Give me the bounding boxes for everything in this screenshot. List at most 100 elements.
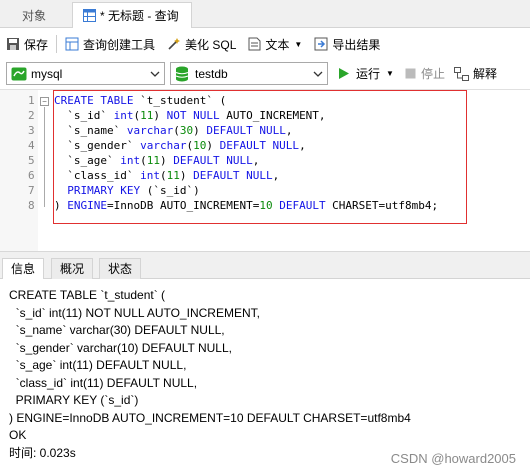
output-line: `s_id` int(11) NOT NULL AUTO_INCREMENT, [9,305,260,320]
line-number: 2 [28,109,35,122]
output-line: `s_name` varchar(30) DEFAULT NULL, [9,323,225,337]
code-token: ( [173,124,180,137]
code-token: `class_id` [54,169,141,182]
export-icon [314,37,328,51]
output-line: `s_age` int(11) DEFAULT NULL, [9,358,187,372]
chevron-down-icon[interactable]: ▼ [386,69,394,78]
code-line: `s_age` int(11) DEFAULT NULL, [54,153,438,168]
tab-overview[interactable]: 概况 [51,258,94,279]
connection-select[interactable]: mysql [6,62,165,85]
code-token: `s_gender` [54,139,141,152]
code-token: `s_id` [54,109,114,122]
code-token: `s_name` [54,124,127,137]
code-line: `s_gender` varchar(10) DEFAULT NULL, [54,138,438,153]
tab-status[interactable]: 状态 [99,258,142,279]
output-line: ) ENGINE=InnoDB AUTO_INCREMENT=10 DEFAUL… [9,410,411,425]
tab-info-label: 信息 [11,262,36,276]
play-icon [339,68,349,79]
code-token: ( [159,169,167,182]
code-token: ) [54,199,68,212]
code-token: int [120,154,141,167]
explain-icon [454,66,469,81]
tab-bar: 对象 * 无标题 - 查询 [0,0,530,28]
tab-objects[interactable]: 对象 [12,2,67,28]
export-results-label: 导出结果 [332,37,381,52]
code-token: ENGINE [67,199,107,212]
code-token: 10 [259,199,273,212]
run-label: 运行 [356,67,381,81]
code-token: 11 [166,169,180,182]
explain-label: 解释 [473,67,498,81]
code-token: DEFAULT [279,199,326,212]
run-button[interactable]: 运行 ▼ [338,65,394,82]
sql-code[interactable]: CREATE TABLE `t_student` ( `s_id` int(11… [54,93,438,213]
beautify-sql-button[interactable]: 美化 SQL [161,32,242,56]
tab-info[interactable]: 信息 [2,258,45,279]
text-document-icon [248,37,261,51]
code-token: AUTO_INCREMENT [159,199,253,212]
output-line: `s_gender` varchar(10) DEFAULT NULL, [9,340,232,355]
sql-editor[interactable]: − CREATE TABLE `t_student` ( `s_id` int(… [0,89,530,252]
line-number: 7 [28,184,35,197]
code-token: ) [153,109,167,122]
line-number: 1 [28,94,35,107]
code-token: ) [206,139,220,152]
stop-label: 停止 [421,67,446,81]
code-token: ) [193,124,207,137]
code-token: AUTO_INCREMENT, [219,109,326,122]
line-number: 5 [28,154,35,167]
query-builder-button[interactable]: 查询创建工具 [59,32,161,56]
output-line: PRIMARY KEY (`s_id`) [9,393,139,407]
line-number: 6 [28,169,35,182]
chevron-down-icon: ▼ [294,39,303,49]
toolbar-divider [56,35,58,53]
database-select[interactable]: testdb [170,62,328,85]
code-token: `s_age` [54,154,121,167]
output-line: 时间: 0.023s [9,445,76,460]
export-results-button[interactable]: 导出结果 [308,32,386,56]
output-line: CREATE TABLE `t_student` ( [9,288,166,302]
code-line: PRIMARY KEY (`s_id`) [54,183,438,198]
save-button[interactable]: 保存 [0,32,54,56]
save-label: 保存 [24,37,49,52]
fold-toggle-icon[interactable]: − [40,97,49,106]
text-label: 文本 [265,37,290,52]
info-output: CREATE TABLE `t_student` ( `s_id` int(11… [9,287,411,462]
stop-button[interactable]: 停止 [405,65,445,82]
tab-objects-label: 对象 [22,8,47,23]
code-token: DEFAULT NULL [173,154,253,167]
query-builder-icon [65,37,79,51]
line-number: 3 [28,124,35,137]
database-icon [175,66,189,81]
code-token: CREATE TABLE [54,94,134,107]
code-token: ( [140,154,147,167]
output-line: `class_id` int(11) DEFAULT NULL, [9,375,198,390]
code-line: CREATE TABLE `t_student` ( [54,93,438,108]
tab-status-label: 状态 [108,262,133,276]
fold-guide [44,107,45,207]
tab-overview-label: 概况 [60,262,85,276]
code-token: , [299,139,306,152]
code-line: `s_id` int(11) NOT NULL AUTO_INCREMENT, [54,108,438,123]
code-token: DEFAULT NULL [206,124,286,137]
chevron-down-icon [313,71,323,77]
code-token: 11 [140,109,154,122]
connection-value: mysql [31,66,63,81]
watermark: CSDN @howard2005 [390,451,516,466]
code-token: , [272,169,280,182]
query-table-icon [83,9,96,22]
query-builder-label: 查询创建工具 [83,37,156,52]
code-token: , [252,154,260,167]
code-token: `t_student` ( [133,94,227,107]
output-line: OK [9,428,27,442]
explain-button[interactable]: 解释 [454,65,497,82]
code-line: `class_id` int(11) DEFAULT NULL, [54,168,438,183]
code-token: PRIMARY KEY [67,184,141,197]
code-token: varchar [126,124,174,137]
text-button[interactable]: 文本 ▼ [242,32,308,56]
line-number: 8 [28,199,35,212]
code-token: (`s_id`) [140,184,200,197]
tab-query[interactable]: * 无标题 - 查询 [72,2,192,28]
beautify-wand-icon [168,38,181,50]
